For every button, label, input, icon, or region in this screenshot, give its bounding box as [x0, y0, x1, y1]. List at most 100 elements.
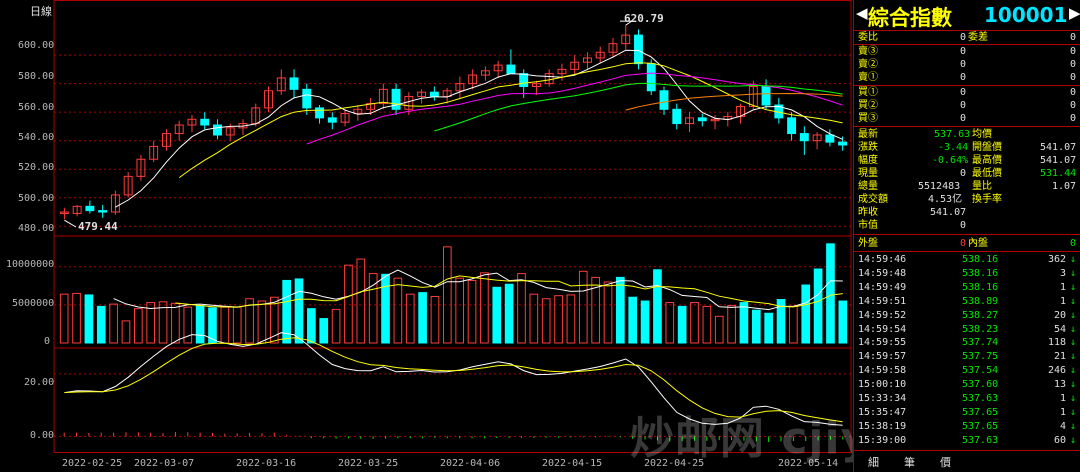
volume-bar — [195, 305, 205, 344]
candle-body — [697, 117, 707, 122]
stat-row: 昨收 541.07 — [854, 206, 1080, 219]
date-label: 2022-03-25 — [338, 458, 399, 469]
tick-row: 14:59:46 538.16 362 ↓ — [854, 253, 1080, 266]
prev-stock-arrow-icon[interactable]: ◀ — [856, 4, 868, 22]
tick-row: 14:59:52 538.27 20 ↓ — [854, 309, 1080, 322]
price-tick: 480.00 — [18, 223, 55, 234]
tick-price: 537.63 — [962, 434, 999, 446]
volume-bar — [616, 276, 625, 344]
tick-price: 537.65 — [962, 420, 999, 432]
stat-row: 最新 537.63 均價 — [854, 128, 1080, 141]
tab-trades[interactable]: 筆 — [904, 454, 915, 470]
stat-label: 最高價 — [972, 155, 1002, 166]
bid-row: 買② 0 0 — [854, 99, 1080, 112]
down-arrow-icon: ↓ — [1070, 337, 1077, 349]
volume-bar — [628, 296, 638, 344]
candle-body — [659, 90, 669, 110]
bid-volume: 0 — [1070, 113, 1077, 124]
volume-bar — [492, 286, 502, 344]
candle-body — [391, 88, 401, 110]
index-code: 100001 — [984, 3, 1068, 27]
period-label[interactable]: 日線 — [30, 3, 52, 19]
stat-label: 昨收 — [858, 207, 878, 218]
tick-row: 14:59:48 538.16 3 ↓ — [854, 267, 1080, 280]
stat-row: 現量 0 最低價 531.44 — [854, 167, 1080, 180]
tick-volume: 1 — [1059, 295, 1066, 307]
down-arrow-icon: ↓ — [1070, 309, 1077, 321]
volume-bar — [121, 320, 131, 344]
volume-bar — [751, 309, 761, 344]
volume-bar — [220, 306, 230, 344]
volume-bar — [257, 300, 267, 344]
volume-bar — [690, 302, 699, 344]
volume-bar — [653, 269, 662, 344]
volume-bar — [356, 258, 366, 344]
volume-bar — [84, 294, 94, 344]
divider — [854, 251, 1080, 252]
tick-row: 15:39:00 537.63 60 ↓ — [854, 434, 1080, 447]
volume-bar — [430, 295, 440, 344]
volume-bar — [442, 246, 452, 344]
volume-bar — [467, 279, 477, 344]
candle-body — [327, 117, 337, 123]
down-arrow-icon: ↓ — [1070, 267, 1077, 279]
tick-volume: 246 — [1047, 365, 1066, 377]
tick-volume: 54 — [1053, 323, 1066, 335]
volume-bar — [541, 298, 551, 344]
ask-row: 賣③ 0 0 — [854, 45, 1080, 58]
stat-label: 幅度 — [858, 155, 878, 166]
tick-volume: 4 — [1059, 420, 1066, 432]
volume-bar — [813, 268, 823, 344]
divider — [854, 450, 1080, 451]
volume-bar — [455, 277, 465, 344]
tick-price: 537.74 — [962, 337, 999, 349]
tick-time: 14:59:54 — [858, 323, 907, 335]
candle-body — [200, 118, 210, 126]
stat-row: 漲跌 -3.44 開盤價 541.07 — [854, 141, 1080, 154]
total-volume-value: 5512483 — [918, 181, 961, 192]
tick-row: 14:59:54 538.23 54 ↓ — [854, 323, 1080, 336]
volume-bar — [504, 283, 514, 344]
volume-bar — [96, 305, 106, 344]
down-arrow-icon: ↓ — [1070, 281, 1077, 293]
candle-body — [315, 107, 324, 119]
volume-bar — [838, 300, 848, 344]
divider — [854, 234, 1080, 235]
next-stock-arrow-icon[interactable]: ▶ — [1069, 4, 1080, 22]
tick-volume: 1 — [1059, 393, 1066, 404]
bid-price: 0 — [960, 87, 967, 98]
date-label: 2022-04-15 — [542, 458, 603, 469]
volume-bar — [393, 277, 403, 344]
date-label: 2022-02-25 — [62, 458, 123, 469]
ask-price: 0 — [960, 46, 967, 57]
bid-label: 買③ — [858, 113, 878, 124]
outer-inner-row: 外盤 0 內盤 0 — [854, 237, 1080, 250]
stat-label: 最低價 — [972, 168, 1002, 179]
stat-label: 現量 — [858, 168, 878, 179]
bid-volume: 0 — [1070, 100, 1077, 111]
ask-volume: 0 — [1070, 46, 1077, 57]
tick-time: 14:59:58 — [858, 365, 907, 377]
tick-time: 14:59:52 — [858, 309, 907, 321]
volume-bar — [171, 302, 180, 344]
stat-row: 幅度 -0.64% 最高價 541.07 — [854, 154, 1080, 167]
stat-row: 成交額 4.53亿 換手率 — [854, 193, 1080, 206]
price-tick: 580.00 — [18, 71, 55, 82]
volume-bar — [381, 273, 390, 344]
volume-bar — [134, 308, 143, 344]
tick-volume: 60 — [1053, 434, 1066, 446]
tab-detail[interactable]: 細 — [868, 454, 879, 470]
volume-bar — [554, 295, 563, 344]
date-label: 2022-03-07 — [134, 458, 195, 469]
candle-body — [787, 117, 797, 135]
kline-chart-area[interactable]: 日線 600.00 580.00 560.00 540.00 520.00 50… — [0, 0, 1036, 472]
volume-bar — [307, 308, 316, 344]
volume-tick: 5000000 — [12, 298, 55, 309]
price-tick: 520.00 — [18, 162, 55, 173]
chart-frame — [53, 0, 852, 453]
panel-title-bar: ◀ 綜合指數 100001 ▶ — [854, 0, 1080, 30]
tab-price[interactable]: 價 — [940, 454, 951, 470]
volume-bar — [801, 284, 811, 344]
weicha-value: 0 — [1070, 32, 1077, 43]
tick-time: 15:35:47 — [858, 406, 907, 418]
